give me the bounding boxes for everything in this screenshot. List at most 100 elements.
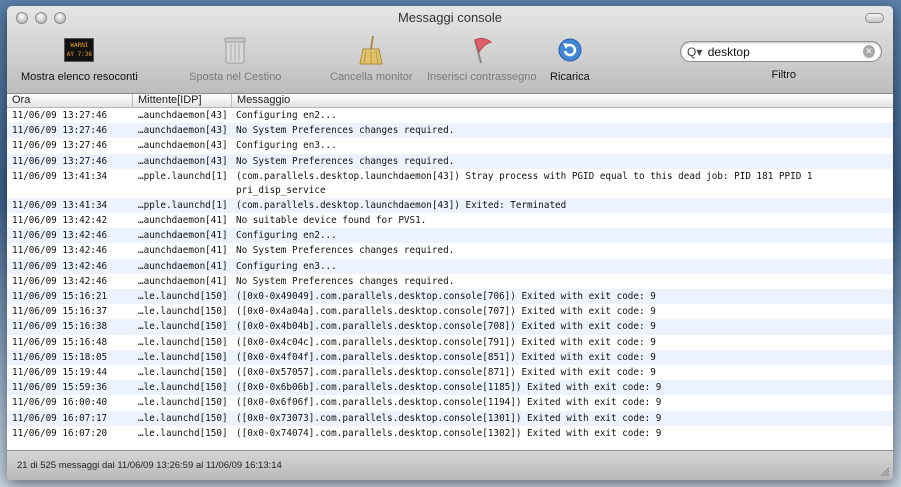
cell-time: 11/06/09 15:16:21 [12, 291, 108, 303]
cell-sender: …le.launchd[150] [138, 351, 228, 363]
table-row[interactable]: 11/06/09 16:07:20 …le.launchd[150] ([0x0-0… [7, 426, 893, 441]
cell-time: 11/06/09 15:18:05 [12, 351, 108, 363]
titlebar: Messaggi console WARNI AY 7:36 Mostra el… [7, 6, 893, 94]
table-row[interactable]: 11/06/09 15:16:21 …le.launchd[150] ([0x0-0… [7, 289, 893, 305]
cell-time: 11/06/09 13:42:42 [12, 215, 108, 227]
cell-time: 11/06/09 13:42:46 [12, 230, 108, 242]
show-logs-button[interactable]: WARNI AY 7:36 Mostra elenco resoconti [21, 34, 138, 83]
cell-message: No System Preferences changes required. [236, 275, 455, 287]
show-logs-label: Mostra elenco resoconti [21, 71, 138, 83]
table-row[interactable]: 11/06/09 15:19:44 …le.launchd[150] ([0x0-0… [7, 365, 893, 380]
cell-time: 11/06/09 13:42:46 [12, 245, 108, 257]
reload-button[interactable]: Ricarica [550, 34, 590, 83]
cell-message: No System Preferences changes required. [236, 155, 455, 167]
table-row[interactable]: 11/06/09 15:59:36 …le.launchd[150] ([0x0-0… [7, 380, 893, 396]
column-header-sender[interactable]: Mittente[IDP] [133, 94, 232, 107]
cell-time: 11/06/09 13:41:34 [12, 199, 108, 211]
filter-label: Filtro [771, 69, 796, 81]
cell-sender: …le.launchd[150] [138, 291, 228, 303]
console-window: Messaggi console WARNI AY 7:36 Mostra el… [7, 6, 893, 480]
cell-sender: …aunchdaemon[43] [138, 125, 228, 137]
cell-message: Configuring en3... [236, 140, 337, 152]
move-to-trash-label: Sposta nel Cestino [189, 71, 282, 83]
table-row[interactable]: 11/06/09 13:42:46 …aunchdaemon[41] Configu… [7, 228, 893, 244]
cell-message: ([0x0-0x4b04b].com.parallels.desktop.con… [236, 321, 656, 333]
table-row[interactable]: 11/06/09 13:27:46 …aunchdaemon[43] Configu… [7, 138, 893, 153]
table-header: Ora Mittente[IDP] Messaggio [7, 94, 893, 108]
cell-sender: …pple.launchd[1] [138, 170, 228, 182]
reload-icon [554, 34, 586, 66]
log-list-icon: WARNI AY 7:36 [63, 34, 95, 66]
cell-time: 11/06/09 13:27:46 [12, 155, 108, 167]
filter-search-field[interactable]: Q▾ ✕ [680, 41, 882, 62]
resize-grip-icon[interactable] [879, 466, 890, 477]
move-to-trash-button[interactable]: Sposta nel Cestino [189, 34, 281, 83]
cell-message: Configuring en2... [236, 230, 337, 242]
table-row[interactable]: 11/06/09 13:27:46 …aunchdaemon[43] No Syst… [7, 123, 893, 139]
cell-sender: …le.launchd[150] [138, 382, 228, 394]
cell-message: (com.parallels.desktop.launchdaemon[43])… [236, 199, 567, 211]
cell-time: 11/06/09 15:16:48 [12, 336, 108, 348]
cell-sender: …le.launchd[150] [138, 321, 228, 333]
cell-time: 11/06/09 16:07:17 [12, 412, 108, 424]
cell-time: 11/06/09 15:59:36 [12, 382, 108, 394]
cell-sender: …le.launchd[150] [138, 336, 228, 348]
clear-display-button[interactable]: Cancella monitor [330, 34, 413, 83]
column-header-message[interactable]: Messaggio [232, 94, 893, 107]
filter-input[interactable] [707, 44, 863, 59]
table-row[interactable]: 11/06/09 13:41:34 …pple.launchd[1] (com.pa… [7, 197, 893, 214]
toolbar-toggle-button[interactable] [865, 13, 884, 23]
cell-message: No System Preferences changes required. [236, 125, 455, 137]
insert-marker-label: Inserisci contrassegno [427, 71, 537, 83]
cell-message: Configuring en3... [236, 260, 337, 272]
flag-icon [466, 34, 498, 66]
table-row[interactable]: 11/06/09 13:42:46 …aunchdaemon[41] No Syst… [7, 274, 893, 289]
cell-message: ([0x0-0x6f06f].com.parallels.desktop.con… [236, 397, 662, 409]
cell-sender: …aunchdaemon[43] [138, 155, 228, 167]
table-row[interactable]: 11/06/09 16:07:17 …le.launchd[150] ([0x0-0… [7, 410, 893, 426]
cell-time: 11/06/09 15:16:38 [12, 321, 108, 333]
cell-sender: …le.launchd[150] [138, 412, 228, 424]
cell-message: ([0x0-0x74074].com.parallels.desktop.con… [236, 427, 662, 439]
table-row[interactable]: 11/06/09 15:16:38 …le.launchd[150] ([0x0-0… [7, 319, 893, 335]
cell-sender: …le.launchd[150] [138, 367, 228, 379]
table-row[interactable]: 11/06/09 15:18:05 …le.launchd[150] ([0x0-0… [7, 349, 893, 366]
cell-message: ([0x0-0x4a04a].com.parallels.desktop.con… [236, 306, 656, 318]
column-header-time[interactable]: Ora [7, 94, 133, 107]
message-list[interactable]: 11/06/09 13:27:46 …aunchdaemon[43] Configu… [7, 108, 893, 462]
cell-sender: …aunchdaemon[41] [138, 245, 228, 257]
table-row[interactable]: 11/06/09 13:27:46 …aunchdaemon[43] Configu… [7, 108, 893, 123]
trash-icon [219, 34, 251, 66]
broom-icon [355, 34, 387, 66]
table-row[interactable]: 11/06/09 13:27:46 …aunchdaemon[43] No Syst… [7, 153, 893, 169]
cell-time: 11/06/09 13:27:46 [12, 125, 108, 137]
clear-search-icon[interactable]: ✕ [862, 45, 875, 58]
cell-sender: …aunchdaemon[41] [138, 215, 228, 227]
window-title: Messaggi console [397, 10, 503, 25]
cell-time: 11/06/09 13:42:46 [12, 275, 108, 287]
cell-message: ([0x0-0x6b06b].com.parallels.desktop.con… [236, 382, 662, 394]
cell-time: 11/06/09 13:42:46 [12, 260, 108, 272]
cell-sender: …aunchdaemon[43] [138, 140, 228, 152]
cell-message: No System Preferences changes required. [236, 245, 455, 257]
cell-time: 11/06/09 15:16:37 [12, 306, 108, 318]
status-text: 21 di 525 messaggi dal 11/06/09 13:26:59… [17, 460, 282, 471]
cell-message: (com.parallels.desktop.launchdaemon[43])… [236, 170, 813, 196]
table-row[interactable]: 11/06/09 13:42:46 …aunchdaemon[41] No Syst… [7, 243, 893, 258]
insert-marker-button[interactable]: Inserisci contrassegno [427, 34, 536, 83]
cell-sender: …aunchdaemon[41] [138, 260, 228, 272]
cell-sender: …aunchdaemon[41] [138, 230, 228, 242]
table-row[interactable]: 11/06/09 13:42:42 …aunchdaemon[41] No suit… [7, 213, 893, 228]
cell-sender: …aunchdaemon[41] [138, 275, 228, 287]
table-row[interactable]: 11/06/09 13:41:34 …pple.launchd[1] (com.pa… [7, 169, 893, 198]
table-row[interactable]: 11/06/09 15:16:37 …le.launchd[150] ([0x0-0… [7, 304, 893, 319]
table-row[interactable]: 11/06/09 15:16:48 …le.launchd[150] ([0x0-0… [7, 335, 893, 350]
cell-sender: …pple.launchd[1] [138, 199, 228, 211]
table-row[interactable]: 11/06/09 16:00:40 …le.launchd[150] ([0x0-0… [7, 395, 893, 410]
clear-display-label: Cancella monitor [330, 71, 413, 83]
cell-sender: …le.launchd[150] [138, 427, 228, 439]
cell-time: 11/06/09 13:27:46 [12, 110, 108, 121]
search-icon: Q▾ [687, 44, 703, 59]
table-row[interactable]: 11/06/09 13:42:46 …aunchdaemon[41] Configu… [7, 258, 893, 274]
reload-label: Ricarica [550, 71, 590, 83]
